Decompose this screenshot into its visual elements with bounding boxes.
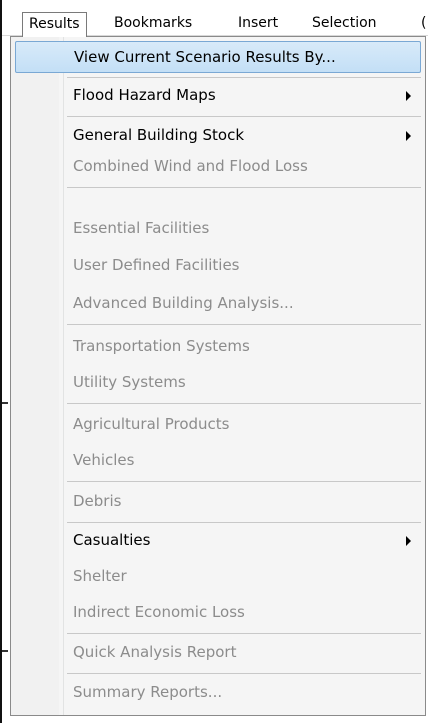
menu-item-label: Indirect Economic Loss [73, 603, 245, 621]
menu-item-essential-facilities[interactable]: Essential Facilities [15, 213, 421, 245]
menu-next-truncated[interactable]: ( [415, 12, 428, 36]
menu-separator [67, 77, 421, 78]
application-window: Results Bookmarks Insert Selection ( Vie… [0, 0, 428, 723]
menu-selection[interactable]: Selection [306, 12, 383, 36]
menu-item-label: Advanced Building Analysis... [73, 294, 294, 312]
menu-item-utility-systems[interactable]: Utility Systems [15, 367, 421, 399]
menu-separator [67, 633, 421, 634]
submenu-arrow-icon [406, 536, 411, 546]
menu-item-label: User Defined Facilities [73, 256, 240, 274]
menu-item-label: Agricultural Products [73, 415, 230, 433]
menu-item-label: Combined Wind and Flood Loss [73, 157, 308, 175]
menu-separator [67, 187, 421, 188]
menu-item-label: View Current Scenario Results By... [74, 48, 336, 66]
submenu-arrow-icon [406, 91, 411, 101]
menu-item-combined-wind-flood-loss[interactable]: Combined Wind and Flood Loss [15, 151, 421, 183]
menu-separator [67, 324, 421, 325]
menu-insert[interactable]: Insert [232, 12, 284, 36]
menu-separator [67, 116, 421, 117]
menu-item-label: Essential Facilities [73, 219, 210, 237]
menu-separator [67, 481, 421, 482]
menu-item-vehicles[interactable]: Vehicles [15, 445, 421, 477]
menu-results[interactable]: Results [22, 12, 87, 37]
menu-item-view-current-scenario-results[interactable]: View Current Scenario Results By... [15, 41, 421, 73]
menu-item-user-defined-facilities[interactable]: User Defined Facilities [15, 250, 421, 282]
menu-item-label: Quick Analysis Report [73, 643, 237, 661]
menu-item-label: Debris [73, 492, 122, 510]
menu-item-general-building-stock[interactable]: General Building Stock [15, 120, 421, 152]
menu-bookmarks[interactable]: Bookmarks [108, 12, 198, 36]
frame-tick-mark [2, 650, 8, 652]
menu-bar: Results Bookmarks Insert Selection ( [2, 0, 428, 37]
menu-item-label: Flood Hazard Maps [73, 86, 216, 104]
menu-separator [67, 403, 421, 404]
menu-item-transportation-systems[interactable]: Transportation Systems [15, 331, 421, 363]
menu-item-indirect-economic-loss[interactable]: Indirect Economic Loss [15, 597, 421, 629]
menu-separator [67, 673, 421, 674]
menu-item-label: Casualties [73, 531, 151, 549]
window-frame-edge [0, 0, 2, 723]
menu-item-label: Shelter [73, 567, 127, 585]
menu-item-quick-analysis-report[interactable]: Quick Analysis Report [15, 637, 421, 669]
menu-item-label: Transportation Systems [73, 337, 250, 355]
menu-item-advanced-building-analysis[interactable]: Advanced Building Analysis... [15, 288, 421, 320]
menu-item-summary-reports[interactable]: Summary Reports... [15, 677, 421, 709]
menu-item-label: Utility Systems [73, 373, 186, 391]
menu-item-agricultural-products[interactable]: Agricultural Products [15, 409, 421, 441]
menu-item-debris[interactable]: Debris [15, 486, 421, 518]
menu-separator [67, 522, 421, 523]
submenu-arrow-icon [406, 131, 411, 141]
menu-item-casualties[interactable]: Casualties [15, 525, 421, 557]
frame-tick-mark [2, 402, 8, 404]
menu-item-shelter[interactable]: Shelter [15, 561, 421, 593]
menu-item-flood-hazard-maps[interactable]: Flood Hazard Maps [15, 80, 421, 112]
menu-item-label: Vehicles [73, 451, 135, 469]
menu-item-label: General Building Stock [73, 126, 245, 144]
menu-item-label: Summary Reports... [73, 683, 223, 701]
results-dropdown-menu: View Current Scenario Results By... Floo… [10, 36, 426, 716]
